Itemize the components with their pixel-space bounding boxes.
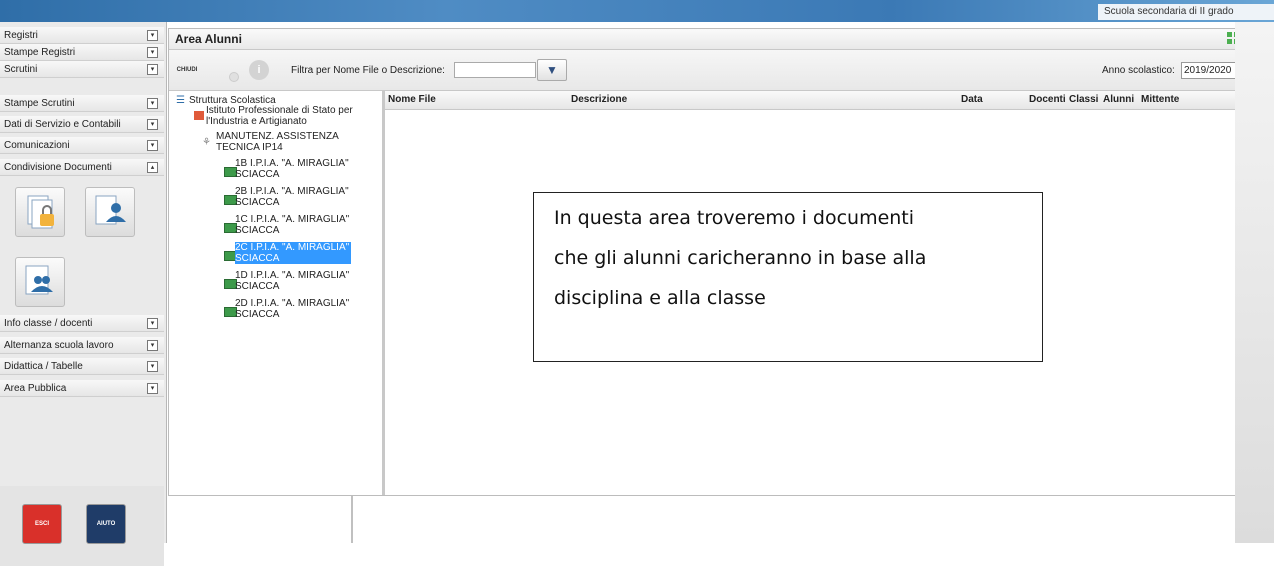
sidebar-item-label: Stampe Registri	[4, 47, 76, 58]
sidebar-item-label: Info classe / docenti	[4, 318, 93, 329]
sidebar-item-comunicazioni[interactable]: Comunicazioni ▾	[0, 137, 164, 154]
exit-button[interactable]: ESCI	[22, 504, 62, 544]
sidebar-item-label: Condivisione Documenti	[4, 162, 112, 173]
class-line2: SCIACCA	[235, 169, 280, 180]
year-label: Anno scolastico:	[1102, 65, 1175, 76]
tree-class-2d[interactable]: 2D I.P.I.A. "A. MIRAGLIA" SCIACCA	[235, 298, 349, 320]
annotation-box: In questa area troveremo i documenti che…	[533, 192, 1043, 362]
expand-icon[interactable]: ▾	[147, 140, 158, 151]
class-line1: 1C I.P.I.A. "A. MIRAGLIA"	[235, 214, 350, 225]
tree-class-1d[interactable]: 1D I.P.I.A. "A. MIRAGLIA" SCIACCA	[235, 270, 349, 292]
expand-icon[interactable]: ▾	[147, 383, 158, 394]
sidebar: Registri ▾ Stampe Registri ▾ Scrutini ▾ …	[0, 22, 167, 566]
document-group-icon[interactable]	[15, 257, 65, 307]
expand-icon[interactable]: ▾	[147, 361, 158, 372]
sidebar-item-info-classe[interactable]: Info classe / docenti ▾	[0, 315, 164, 332]
tree-institute-line1[interactable]: Istituto Professionale di Stato per	[206, 105, 353, 116]
school-type-label: Scuola secondaria di II grado	[1098, 4, 1274, 20]
help-button[interactable]: AIUTO	[86, 504, 126, 544]
tree-course-line1[interactable]: MANUTENZ. ASSISTENZA	[216, 131, 339, 142]
top-banner: Scuola secondaria di II grado	[0, 0, 1274, 22]
close-button[interactable]: CHIUDI	[173, 58, 201, 82]
sidebar-item-label: Dati di Servizio e Contabili	[4, 119, 121, 130]
institute-icon	[194, 111, 204, 120]
column-header-mittente[interactable]: Mittente	[1141, 94, 1179, 105]
sidebar-item-label: Didattica / Tabelle	[4, 361, 83, 372]
panel-title: Area Alunni	[175, 32, 242, 46]
column-header-descrizione[interactable]: Descrizione	[571, 94, 627, 105]
sidebar-item-stampe-scrutini[interactable]: Stampe Scrutini ▾	[0, 95, 164, 112]
class-line2: SCIACCA	[235, 253, 280, 264]
expand-icon[interactable]: ▾	[147, 318, 158, 329]
bottom-left-pane	[168, 496, 353, 543]
grid-header: Nome File Descrizione Data Docenti Class…	[385, 91, 1265, 110]
filter-input[interactable]	[454, 62, 536, 78]
class-line1: 2B I.P.I.A. "A. MIRAGLIA"	[235, 186, 349, 197]
annotation-line-3: disciplina e alla classe	[554, 287, 766, 309]
annotation-line-2: che gli alunni caricheranno in base alla	[554, 247, 927, 269]
sidebar-item-alternanza[interactable]: Alternanza scuola lavoro ▾	[0, 337, 164, 354]
tree-class-2b[interactable]: 2B I.P.I.A. "A. MIRAGLIA" SCIACCA	[235, 186, 349, 208]
course-icon: ⚘	[202, 137, 211, 148]
column-header-data[interactable]: Data	[961, 94, 983, 105]
class-line1: 1B I.P.I.A. "A. MIRAGLIA"	[235, 158, 349, 169]
sidebar-item-registri[interactable]: Registri ▾	[0, 27, 164, 44]
column-header-docenti[interactable]: Docenti	[1029, 94, 1066, 105]
column-header-nome-file[interactable]: Nome File	[388, 94, 436, 105]
sidebar-item-scrutini[interactable]: Scrutini ▾	[0, 61, 164, 78]
expand-icon[interactable]: ▾	[147, 98, 158, 109]
sidebar-item-label: Stampe Scrutini	[4, 98, 75, 109]
class-line1: 2C I.P.I.A. "A. MIRAGLIA"	[235, 242, 350, 253]
tree-institute-line2[interactable]: l'Industria e Artigianato	[206, 116, 307, 127]
class-line2: SCIACCA	[235, 309, 280, 320]
tree-class-1c[interactable]: 1C I.P.I.A. "A. MIRAGLIA" SCIACCA	[235, 214, 349, 236]
tree-course-line2[interactable]: TECNICA IP14	[216, 142, 283, 153]
sidebar-item-area-pubblica[interactable]: Area Pubblica ▾	[0, 380, 164, 397]
radio-icon	[229, 72, 239, 82]
sidebar-item-label: Area Pubblica	[4, 383, 67, 394]
column-header-alunni[interactable]: Alunni	[1103, 94, 1134, 105]
expand-icon[interactable]: ▾	[147, 30, 158, 41]
sidebar-item-label: Scrutini	[4, 64, 38, 75]
expand-icon[interactable]: ▾	[147, 340, 158, 351]
class-line1: 1D I.P.I.A. "A. MIRAGLIA"	[235, 270, 350, 281]
funnel-icon: ▼	[546, 63, 558, 77]
sidebar-item-label: Comunicazioni	[4, 140, 70, 151]
sidebar-footer: ESCI AIUTO	[0, 486, 164, 566]
class-line1: 2D I.P.I.A. "A. MIRAGLIA"	[235, 298, 350, 309]
school-structure-icon: ☰	[176, 95, 185, 106]
sidebar-item-stampe-registri[interactable]: Stampe Registri ▾	[0, 44, 164, 61]
column-header-classi[interactable]: Classi	[1069, 94, 1098, 105]
expand-icon[interactable]: ▾	[147, 119, 158, 130]
sidebar-item-dati-servizio[interactable]: Dati di Servizio e Contabili ▾	[0, 116, 164, 133]
right-edge-strip	[1235, 22, 1274, 543]
filter-label: Filtra per Nome File o Descrizione:	[291, 65, 445, 76]
sidebar-item-label: Registri	[4, 30, 38, 41]
panel-header: Area Alunni ✕	[169, 29, 1265, 50]
tree-class-1b[interactable]: 1B I.P.I.A. "A. MIRAGLIA" SCIACCA	[235, 158, 349, 180]
document-user-icon[interactable]	[85, 187, 135, 237]
tree-class-2c-selected[interactable]: 2C I.P.I.A. "A. MIRAGLIA" SCIACCA	[235, 242, 352, 264]
toolbar: CHIUDI i Filtra per Nome File o Descrizi…	[169, 50, 1265, 91]
document-lock-icon[interactable]	[15, 187, 65, 237]
expand-icon[interactable]: ▾	[147, 47, 158, 58]
class-line2: SCIACCA	[235, 197, 280, 208]
annotation-line-1: In questa area troveremo i documenti	[554, 207, 915, 229]
info-icon: i	[249, 60, 269, 80]
collapse-icon[interactable]: ▴	[147, 162, 158, 173]
filter-button[interactable]: ▼	[537, 59, 567, 81]
sidebar-item-didattica[interactable]: Didattica / Tabelle ▾	[0, 358, 164, 375]
class-line2: SCIACCA	[235, 225, 280, 236]
sidebar-item-condivisione-documenti[interactable]: Condivisione Documenti ▴	[0, 159, 164, 176]
close-button-label: CHIUDI	[176, 67, 198, 73]
class-line2: SCIACCA	[235, 281, 280, 292]
year-select-value: 2019/2020	[1184, 65, 1232, 76]
expand-icon[interactable]: ▾	[147, 64, 158, 75]
school-structure-tree: ☰ Struttura Scolastica Istituto Professi…	[169, 91, 385, 495]
sidebar-item-label: Alternanza scuola lavoro	[4, 340, 114, 351]
